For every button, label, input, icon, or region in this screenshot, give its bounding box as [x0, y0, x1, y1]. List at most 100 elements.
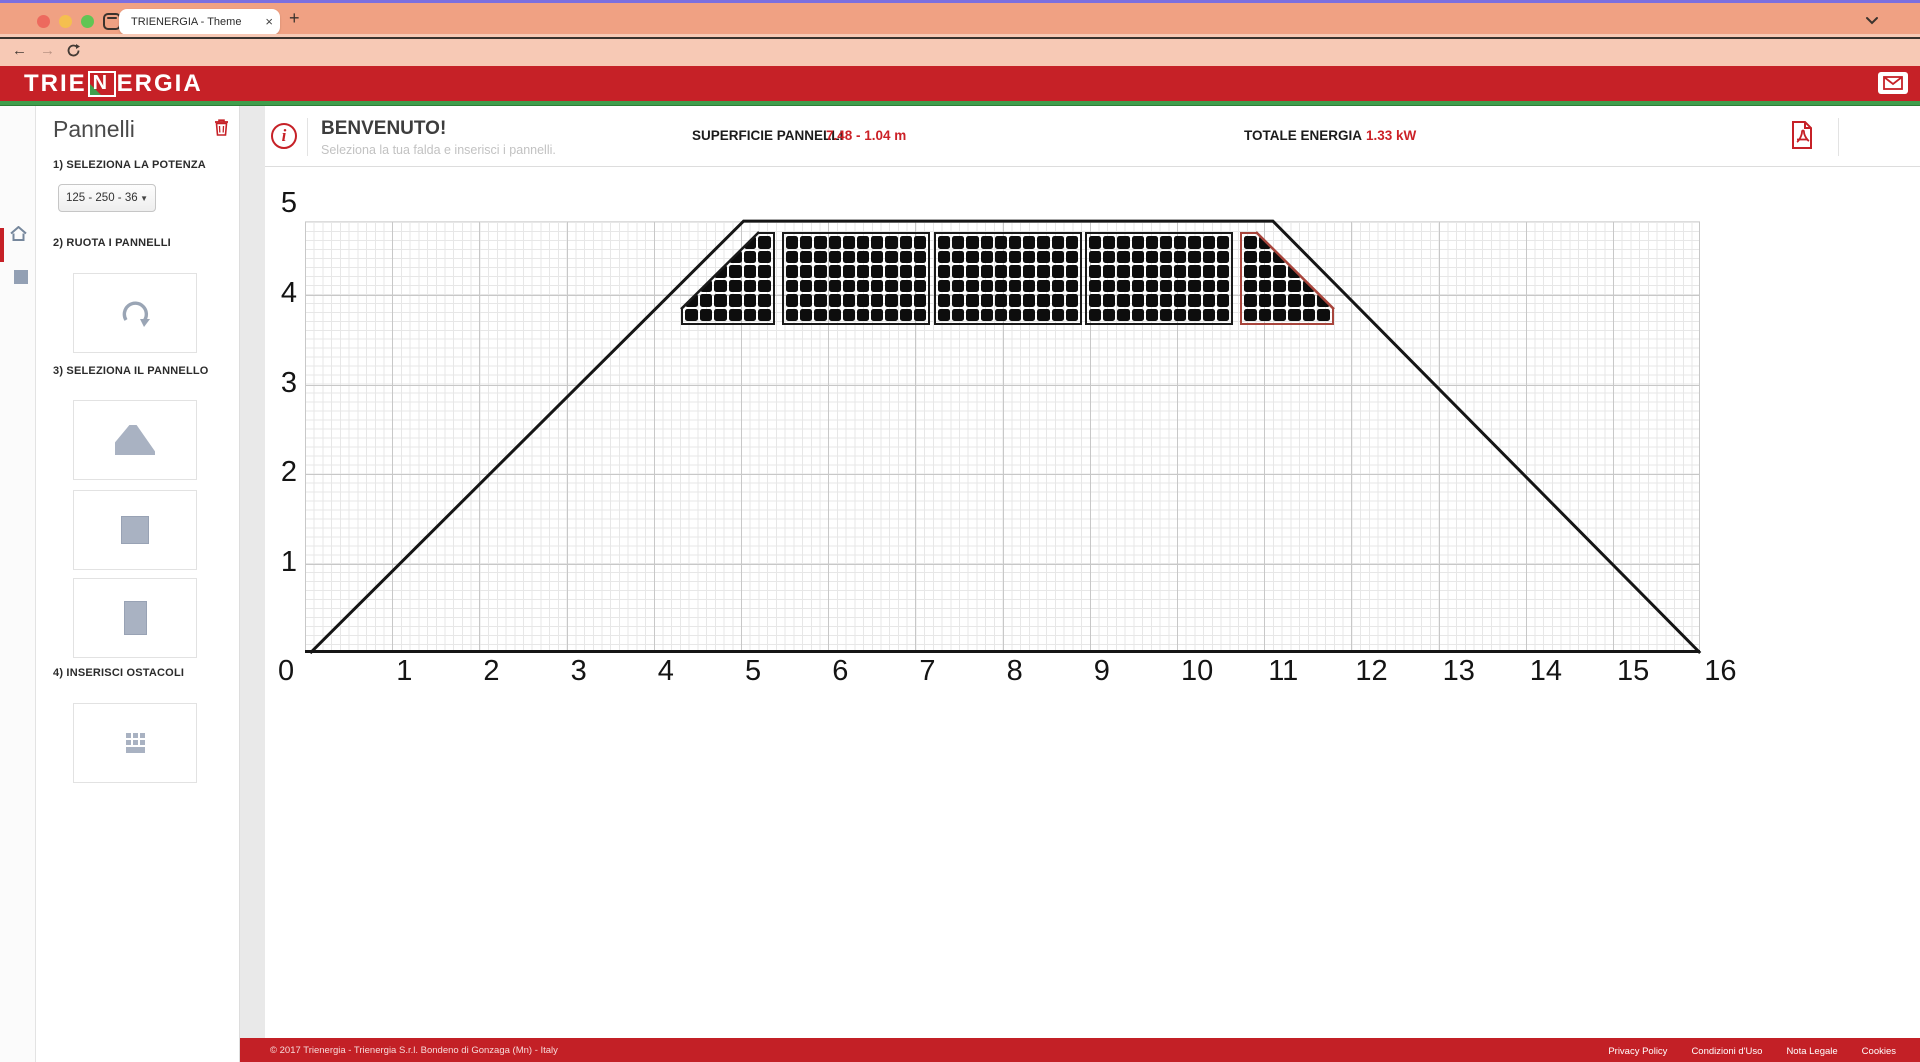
- window-minimize-button[interactable]: [59, 15, 72, 28]
- forward-button[interactable]: →: [40, 42, 55, 59]
- new-tab-button[interactable]: +: [289, 8, 300, 29]
- solar-cell: [1089, 265, 1101, 278]
- solar-cell: [1132, 251, 1144, 264]
- logo-text-post: ERGIA: [117, 70, 203, 97]
- solar-panel-selected[interactable]: [1240, 232, 1334, 325]
- solar-cell: [800, 294, 812, 307]
- solar-cell: [857, 251, 869, 264]
- x-tick-label: 13: [1443, 655, 1475, 687]
- x-tick-label: 6: [832, 655, 848, 687]
- export-pdf-icon[interactable]: [1789, 120, 1815, 150]
- solar-cell: [829, 236, 841, 249]
- panel-shape-vertical-button[interactable]: [73, 578, 197, 658]
- solar-cell: [995, 265, 1007, 278]
- solar-cell: [966, 251, 978, 264]
- footer-link[interactable]: Cookies: [1862, 1046, 1896, 1057]
- solar-cell: [1203, 294, 1215, 307]
- solar-cell: [1117, 294, 1129, 307]
- back-button[interactable]: ←: [12, 42, 27, 59]
- footer-link[interactable]: Nota Legale: [1786, 1046, 1837, 1057]
- x-tick-label: 16: [1704, 655, 1736, 687]
- solar-cell: [1203, 280, 1215, 293]
- power-select-dropdown[interactable]: 125 - 250 - 360 W F ▼: [58, 184, 156, 212]
- solar-panel[interactable]: [782, 232, 930, 325]
- solar-cell: [1188, 309, 1200, 322]
- hamburger-menu-icon[interactable]: [0, 37, 1920, 39]
- insert-obstacle-button[interactable]: [73, 703, 197, 783]
- trienergia-logo[interactable]: TRIE N ERGIA: [24, 70, 203, 97]
- solar-cell: [1066, 265, 1078, 278]
- trash-icon[interactable]: [214, 119, 229, 136]
- logo-text-pre: TRIE: [24, 70, 87, 97]
- solar-cell: [1217, 309, 1229, 322]
- solar-cell: [1160, 294, 1172, 307]
- solar-cell: [1188, 236, 1200, 249]
- footer-link[interactable]: Privacy Policy: [1608, 1046, 1667, 1057]
- solar-cell: [1103, 236, 1115, 249]
- solar-panel[interactable]: [934, 232, 1082, 325]
- x-tick-label: 0: [278, 655, 294, 687]
- home-icon[interactable]: [10, 226, 27, 241]
- solar-cell: [938, 280, 950, 293]
- solar-cell: [1188, 294, 1200, 307]
- info-icon[interactable]: i: [271, 123, 297, 149]
- solar-cell: [786, 309, 798, 322]
- solar-cell: [857, 309, 869, 322]
- browser-toolbar: ← → https://designer.trienergia.com/inde…: [0, 34, 1920, 66]
- x-tick-label: 10: [1181, 655, 1213, 687]
- solar-cell: [1052, 309, 1064, 322]
- contact-mail-button[interactable]: [1878, 72, 1908, 94]
- solar-cell: [914, 309, 926, 322]
- window-zoom-button[interactable]: [81, 15, 94, 28]
- x-tick-label: 9: [1094, 655, 1110, 687]
- solar-cell: [1203, 236, 1215, 249]
- surface-label: SUPERFICIE PANNELLI: [692, 128, 843, 143]
- solar-cell: [1203, 309, 1215, 322]
- solar-cell: [952, 265, 964, 278]
- solar-cell: [1023, 236, 1035, 249]
- x-tick-label: 4: [658, 655, 674, 687]
- mail-icon: [1883, 76, 1903, 90]
- solar-cell: [1188, 251, 1200, 264]
- solar-panel[interactable]: [1085, 232, 1233, 325]
- browser-tab[interactable]: TRIENERGIA - Theme ×: [119, 9, 280, 35]
- solar-cell: [952, 294, 964, 307]
- reload-button[interactable]: [66, 43, 81, 58]
- x-tick-label: 2: [483, 655, 499, 687]
- solar-cell: [1023, 251, 1035, 264]
- header-divider: [1838, 118, 1839, 156]
- solar-cell: [1052, 251, 1064, 264]
- x-tick-label: 15: [1617, 655, 1649, 687]
- solar-cell: [885, 251, 897, 264]
- rotate-panels-button[interactable]: [73, 273, 197, 353]
- solar-cell: [1146, 251, 1158, 264]
- solar-cell: [938, 236, 950, 249]
- tab-close-icon[interactable]: ×: [265, 14, 273, 29]
- solar-cell: [952, 251, 964, 264]
- panel-shape-square-button[interactable]: [73, 490, 197, 570]
- solar-cell: [938, 294, 950, 307]
- solar-cell: [1089, 251, 1101, 264]
- solar-cell: [1188, 265, 1200, 278]
- solar-cell: [952, 309, 964, 322]
- solar-cell: [1103, 251, 1115, 264]
- window-close-button[interactable]: [37, 15, 50, 28]
- solar-cell: [786, 280, 798, 293]
- list-tabs-chevron-icon[interactable]: [1864, 14, 1880, 26]
- solar-cell: [1146, 236, 1158, 249]
- panels-tool-icon[interactable]: [14, 270, 28, 284]
- solar-cell: [871, 294, 883, 307]
- solar-cell: [1217, 294, 1229, 307]
- solar-cell: [900, 280, 912, 293]
- solar-cell: [1146, 309, 1158, 322]
- solar-panel[interactable]: [681, 232, 775, 325]
- solar-cell: [1117, 251, 1129, 264]
- copyright-text: © 2017 Trienergia - Trienergia S.r.l. Bo…: [270, 1045, 1608, 1056]
- solar-cell: [1103, 280, 1115, 293]
- solar-cell: [843, 280, 855, 293]
- solar-cell: [1023, 309, 1035, 322]
- footer-link[interactable]: Condizioni d'Uso: [1691, 1046, 1762, 1057]
- power-select-value: 125 - 250 - 360 W F: [66, 192, 138, 204]
- surface-value: 7.48 - 1.04 m: [826, 128, 906, 143]
- panel-shape-triangle-button[interactable]: [73, 400, 197, 480]
